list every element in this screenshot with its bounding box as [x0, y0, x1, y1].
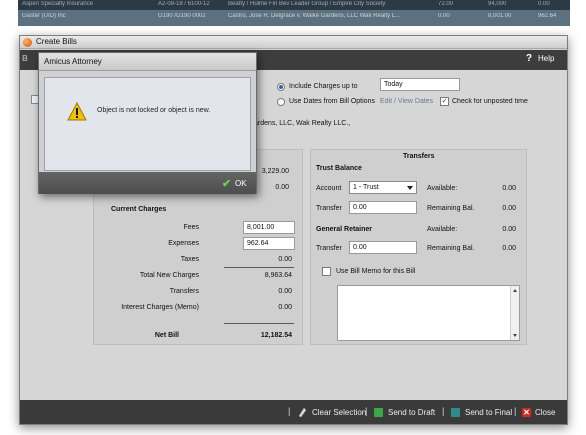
separator: |: [514, 406, 517, 416]
background-row-1: Aspen Specialty Insurance A2-09-18 / 610…: [18, 0, 570, 10]
close-button[interactable]: Close: [535, 408, 555, 417]
app-logo-icon: [23, 38, 32, 47]
help-icon[interactable]: ?: [526, 53, 532, 64]
retainer-remaining-value: 0.00: [502, 245, 516, 252]
include-charges-label: Include Charges up to: [289, 83, 358, 90]
dialog-body: Object is not locked or object is new.: [44, 77, 251, 171]
use-dates-radio[interactable]: [277, 98, 285, 106]
transfers-value: 0.00: [278, 288, 292, 295]
message-dialog: Amicus Attorney Object is not locked or …: [38, 52, 257, 194]
transfers-panel: Transfers Trust Balance Account 1 - Trus…: [310, 149, 527, 345]
retainer-remaining-label: Remaining Bal.: [427, 245, 475, 252]
account-select[interactable]: 1 - Trust: [349, 181, 417, 194]
remaining-bal-value: 0.00: [502, 205, 516, 212]
dialog-message: Object is not locked or object is new.: [97, 107, 211, 114]
background-app-table: Aspen Specialty Insurance A2-09-18 / 610…: [18, 0, 570, 26]
bg-cell: Beatty / Hulme Fin Bev Leader Group / Em…: [228, 1, 386, 7]
separator: |: [288, 406, 291, 416]
eraser-icon: [298, 407, 307, 418]
edit-view-dates-link[interactable]: Edit / View Dates: [380, 98, 433, 105]
checkmark-icon: ✓: [441, 98, 448, 105]
account-select-value: 1 - Trust: [353, 184, 379, 191]
net-bill-label: Net Bill: [154, 332, 179, 339]
current-charges-title: Current Charges: [111, 206, 167, 213]
retainer-transfer-label: Transfer: [316, 245, 342, 252]
trust-balance-title: Trust Balance: [316, 165, 362, 172]
bg-cell: Castro, Jose R. Delgrace v. Walke Garden…: [228, 13, 401, 19]
transfers-title: Transfers: [403, 153, 435, 160]
total-new-charges-value: 8,963.64: [264, 272, 292, 279]
include-charges-radio[interactable]: [277, 83, 285, 91]
remaining-bal-label: Remaining Bal.: [427, 205, 475, 212]
separator: |: [442, 406, 445, 416]
check-unposted-label: Check for unposted time: [452, 98, 528, 105]
dialog-titlebar[interactable]: Amicus Attorney: [39, 53, 256, 71]
available-value: 0.00: [502, 185, 516, 192]
scroll-up-icon[interactable]: [513, 289, 517, 292]
general-retainer-title: General Retainer: [316, 226, 373, 233]
trust-transfer-input[interactable]: 0.00: [349, 201, 417, 214]
expenses-label: Expenses: [168, 240, 199, 247]
window-title: Create Bills: [36, 37, 77, 46]
bg-cell: 962.64: [538, 13, 557, 19]
bg-cell: A2-09-18 / 6100-12: [158, 1, 210, 7]
use-bill-memo-checkbox[interactable]: [322, 267, 331, 276]
retainer-available-label: Available:: [427, 226, 458, 233]
include-charges-date-input[interactable]: Today: [380, 78, 460, 91]
account-label: Account: [316, 185, 342, 192]
bg-cell: G190 /G190 0002: [158, 13, 206, 19]
ok-button[interactable]: OK: [235, 179, 247, 188]
bg-cell: 8,001.00: [488, 13, 512, 19]
header-label: B: [22, 54, 28, 63]
matter-description: ardens, LLC, Wak Realty LLC.,: [254, 120, 351, 127]
window-titlebar[interactable]: Create Bills: [20, 36, 567, 49]
warning-icon: [67, 102, 87, 121]
separator: |: [365, 406, 368, 416]
bg-cell: 0.00: [438, 13, 450, 19]
close-icon: ✕: [522, 408, 531, 417]
bg-cell: Aspen Specialty Insurance: [22, 1, 94, 7]
memo-scrollbar[interactable]: [510, 286, 519, 340]
available-label: Available:: [427, 185, 458, 192]
bg-cell: Gaster (UID) Inc: [22, 13, 66, 19]
check-icon: ✔: [222, 178, 232, 190]
clear-selection-button[interactable]: Clear Selection: [312, 408, 366, 417]
send-draft-icon: [374, 408, 383, 417]
divider: [224, 267, 294, 268]
send-to-draft-button[interactable]: Send to Draft: [388, 408, 435, 417]
background-row-2: Gaster (UID) Inc G190 /G190 0002 Castro,…: [18, 10, 570, 26]
interest-charges-label: Interest Charges (Memo): [121, 304, 199, 311]
net-bill-value: 12,182.54: [260, 332, 292, 339]
footer-toolbar: | Clear Selection | Send to Draft | Send…: [20, 400, 567, 424]
use-bill-memo-label: Use Bill Memo for this Bill: [336, 268, 416, 275]
taxes-value: 0.00: [278, 256, 292, 263]
interest-charges-value: 0.00: [278, 304, 292, 311]
help-button[interactable]: Help: [538, 54, 554, 63]
retainer-available-value: 0.00: [502, 226, 516, 233]
transfer-label: Transfer: [316, 205, 342, 212]
transfers-label: Transfers: [169, 288, 199, 295]
scroll-down-icon[interactable]: [513, 334, 517, 337]
fees-label: Fees: [183, 224, 199, 231]
send-final-icon: [451, 408, 460, 417]
bg-cell: 72.00: [438, 1, 454, 7]
taxes-label: Taxes: [180, 256, 199, 263]
expenses-input[interactable]: 962.64: [243, 237, 295, 250]
fees-input[interactable]: 8,001.00: [243, 221, 295, 234]
total-new-charges-label: Total New Charges: [139, 272, 199, 279]
bg-cell: 94,000: [488, 1, 507, 7]
send-to-final-button[interactable]: Send to Final: [465, 408, 512, 417]
divider: [224, 323, 294, 324]
use-dates-label: Use Dates from Bill Options: [289, 98, 375, 105]
dialog-title: Amicus Attorney: [44, 57, 102, 66]
chevron-down-icon: [407, 186, 413, 190]
dialog-button-bar: ✔ OK: [39, 172, 256, 194]
check-unposted-checkbox[interactable]: ✓: [440, 97, 449, 106]
bill-memo-textarea[interactable]: [337, 285, 520, 341]
retainer-transfer-input[interactable]: 0.00: [349, 241, 417, 254]
bg-cell: 0.00: [538, 1, 550, 7]
